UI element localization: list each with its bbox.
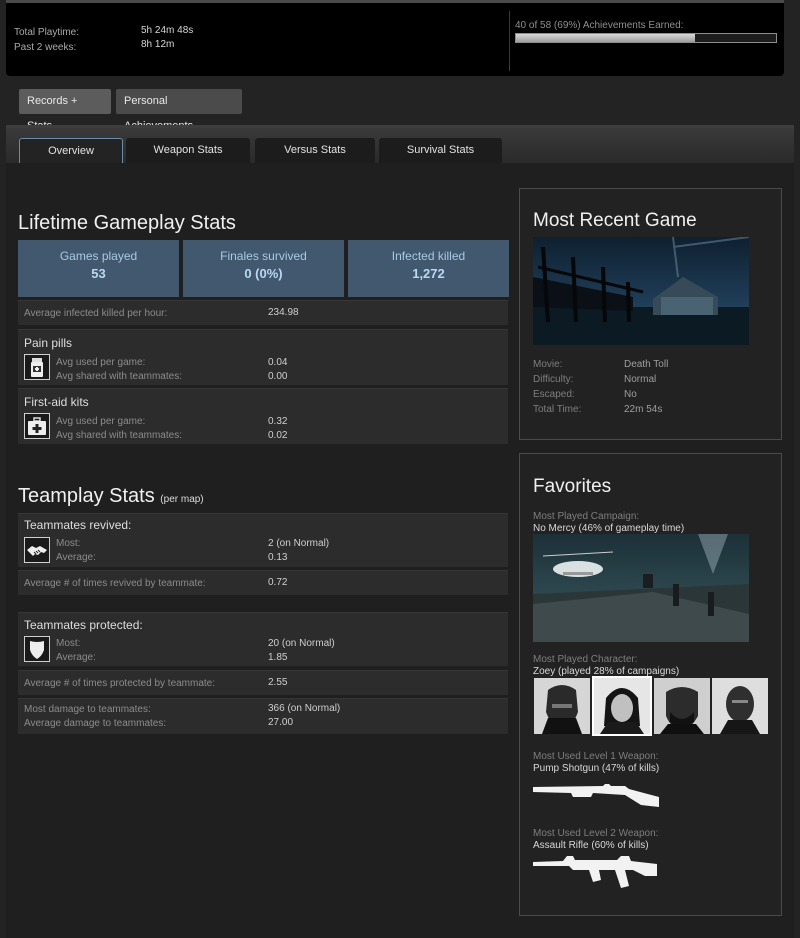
- tab-survival-stats[interactable]: Survival Stats: [379, 138, 502, 163]
- average-damage-label: Average damage to teammates:: [24, 718, 167, 729]
- teammates-protected-row: Teammates protected: Most: 20 (on Normal…: [18, 612, 508, 666]
- past-two-weeks-label: Past 2 weeks:: [14, 42, 77, 53]
- pain-pills-title: Pain pills: [24, 336, 73, 350]
- finales-survived-label: Finales survived: [220, 249, 307, 263]
- movie-value: Death Toll: [624, 359, 669, 370]
- escaped-value: No: [624, 389, 637, 400]
- level2-weapon-label: Most Used Level 2 Weapon:: [533, 828, 659, 839]
- records-stats-button[interactable]: Records + Stats: [19, 89, 111, 132]
- teammates-revived-row: Teammates revived: Most: 2 (on Normal) A…: [18, 513, 508, 567]
- character-portrait-louis[interactable]: [712, 678, 768, 734]
- revived-by-label: Average # of times revived by teammate:: [24, 578, 206, 589]
- avg-infected-value: 234.98: [268, 307, 299, 318]
- assault-rifle-icon: [533, 852, 663, 895]
- summary-divider: [509, 11, 510, 71]
- pills-shared-value: 0.00: [268, 371, 288, 382]
- protected-most-label: Most:: [56, 638, 81, 649]
- tab-overview[interactable]: Overview: [19, 138, 123, 163]
- most-damage-label: Most damage to teammates:: [24, 704, 151, 715]
- playtime-summary: Total Playtime: 5h 24m 48s Past 2 weeks:…: [6, 0, 784, 76]
- teammates-revived-title: Teammates revived:: [24, 518, 132, 532]
- teamplay-subtitle: (per map): [160, 494, 204, 505]
- personal-achievements-button[interactable]: Personal Achievements: [116, 89, 242, 132]
- protected-by-teammate-row: Average # of times protected by teammate…: [18, 670, 508, 695]
- infected-killed-value: 1,272: [412, 266, 445, 281]
- protected-by-value: 2.55: [268, 677, 288, 688]
- escaped-label: Escaped:: [533, 389, 575, 400]
- level1-weapon-label: Most Used Level 1 Weapon:: [533, 751, 659, 762]
- difficulty-value: Normal: [624, 374, 657, 385]
- lifetime-stats-heading: Lifetime Gameplay Stats: [18, 212, 236, 234]
- pills-shared-label: Avg shared with teammates:: [56, 371, 182, 382]
- achievements-progress-bar: [515, 33, 777, 43]
- finales-survived-box: Finales survived 0 (0%): [183, 240, 344, 297]
- tab-weapon-stats[interactable]: Weapon Stats: [126, 138, 250, 163]
- character-portrait-bill[interactable]: [534, 678, 590, 734]
- campaign-screenshot: [533, 534, 749, 642]
- protected-average-value: 1.85: [268, 652, 288, 663]
- achievements-progress-fill: [516, 34, 696, 42]
- total-playtime-label: Total Playtime:: [14, 27, 80, 38]
- pump-shotgun-icon: [533, 781, 663, 814]
- avg-infected-label: Average infected killed per hour:: [24, 308, 168, 319]
- achievements-label: 40 of 58 (69%) Achievements Earned:: [515, 20, 684, 31]
- most-played-character-label: Most Played Character:: [533, 654, 638, 665]
- protected-most-value: 20 (on Normal): [268, 638, 335, 649]
- teamplay-stats-heading: Teamplay Stats (per map): [18, 485, 204, 508]
- favorites-title: Favorites: [533, 476, 612, 497]
- avg-infected-row: Average infected killed per hour: 234.98: [18, 300, 508, 325]
- revived-average-label: Average:: [56, 552, 96, 563]
- shield-icon: [24, 636, 50, 662]
- revived-average-value: 0.13: [268, 552, 288, 563]
- teammates-protected-title: Teammates protected:: [24, 618, 143, 632]
- most-damage-value: 366 (on Normal): [268, 703, 341, 714]
- most-played-campaign-value: No Mercy (46% of gameplay time): [533, 523, 685, 534]
- total-time-value: 22m 54s: [624, 404, 663, 415]
- average-damage-value: 27.00: [268, 717, 294, 728]
- infected-killed-label: Infected killed: [391, 249, 466, 263]
- level2-weapon-value: Assault Rifle (60% of kills): [533, 840, 649, 851]
- most-recent-game-title: Most Recent Game: [533, 210, 697, 231]
- pills-used-value: 0.04: [268, 357, 288, 368]
- revived-by-teammate-row: Average # of times revived by teammate: …: [18, 570, 508, 595]
- protected-average-label: Average:: [56, 652, 96, 663]
- revived-most-label: Most:: [56, 538, 81, 549]
- past-two-weeks-value: 8h 12m: [141, 39, 175, 50]
- first-aid-row: First-aid kits Avg used per game: 0.32 A…: [18, 388, 508, 444]
- recent-game-screenshot: [533, 237, 749, 345]
- first-aid-title: First-aid kits: [24, 395, 89, 409]
- kits-used-value: 0.32: [268, 416, 288, 427]
- most-recent-game-box: Most Recent Game Movie: Death Toll Diffi…: [519, 188, 782, 440]
- games-played-box: Games played 53: [18, 240, 179, 297]
- protected-by-label: Average # of times protected by teammate…: [24, 678, 216, 689]
- handshake-icon: [24, 537, 50, 563]
- pills-used-label: Avg used per game:: [56, 357, 146, 368]
- movie-label: Movie:: [533, 359, 563, 370]
- finales-survived-value: 0 (0%): [244, 266, 283, 281]
- teamplay-title: Teamplay Stats: [18, 485, 155, 507]
- infected-killed-box: Infected killed 1,272: [348, 240, 509, 297]
- pain-pills-icon: [24, 354, 50, 380]
- total-time-label: Total Time:: [533, 404, 582, 415]
- pain-pills-row: Pain pills Avg used per game: 0.04 Avg s…: [18, 329, 508, 385]
- team-damage-row: Most damage to teammates: 366 (on Normal…: [18, 698, 508, 734]
- character-portrait-francis[interactable]: [654, 678, 710, 734]
- revived-most-value: 2 (on Normal): [268, 538, 330, 549]
- games-played-value: 53: [91, 266, 106, 281]
- games-played-label: Games played: [59, 249, 138, 263]
- character-portrait-zoey[interactable]: [592, 676, 652, 736]
- difficulty-label: Difficulty:: [533, 374, 574, 385]
- tab-bar: Overview Weapon Stats Versus Stats Survi…: [6, 128, 794, 163]
- revived-by-value: 0.72: [268, 577, 288, 588]
- tab-versus-stats[interactable]: Versus Stats: [255, 138, 375, 163]
- kits-used-label: Avg used per game:: [56, 416, 146, 427]
- level1-weapon-value: Pump Shotgun (47% of kills): [533, 763, 660, 774]
- total-playtime-value: 5h 24m 48s: [141, 25, 194, 36]
- kits-shared-value: 0.02: [268, 430, 288, 441]
- first-aid-kit-icon: [24, 413, 50, 439]
- most-played-campaign-label: Most Played Campaign:: [533, 511, 640, 522]
- kits-shared-label: Avg shared with teammates:: [56, 430, 182, 441]
- most-played-character-value: Zoey (played 28% of campaigns): [533, 666, 680, 677]
